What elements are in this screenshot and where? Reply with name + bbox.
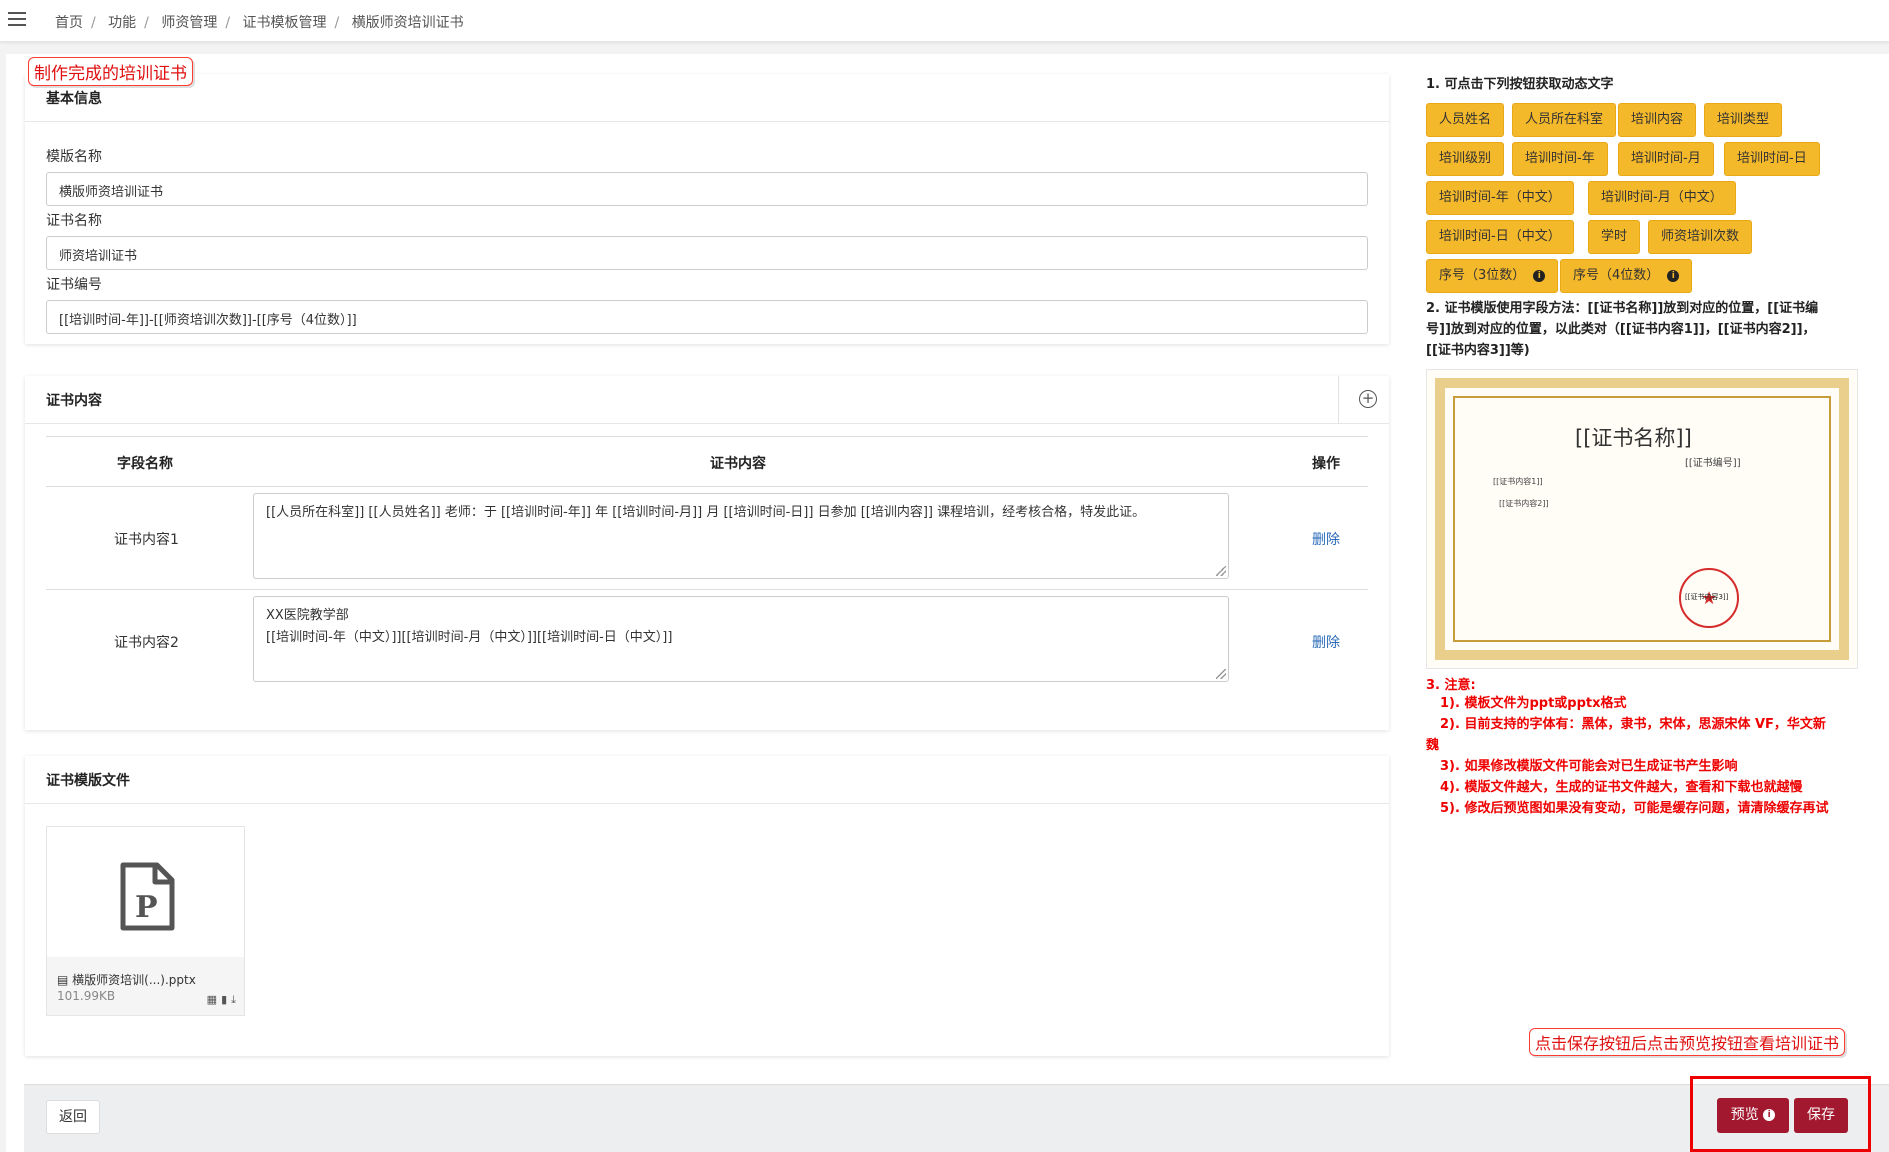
- menu-icon[interactable]: [8, 12, 26, 28]
- file-name: 横版师资培训(...).pptx: [72, 973, 196, 987]
- info-icon: i: [1763, 1109, 1776, 1121]
- note-1: 1). 模板文件为ppt或pptx格式: [1440, 696, 1627, 711]
- cert-content-table: 字段名称 证书内容 操作 证书内容1 [[人员所在科室]] [[人员姓名]] 老…: [46, 436, 1368, 692]
- col-action: 操作: [1312, 456, 1340, 472]
- row-content-textarea[interactable]: XX医院教学部 [[培训时间-年（中文）]][[培训时间-月（中文）]][[培训…: [253, 596, 1229, 682]
- breadcrumb-template-mgmt[interactable]: 证书模板管理: [243, 15, 327, 31]
- top-bar: 首页 / 功能 / 师资管理 / 证书模板管理 / 横版师资培训证书: [0, 0, 1889, 42]
- cert-preview-c2: [[证书内容2]]: [1499, 499, 1549, 508]
- step2-line1: 2. 证书模版使用字段方法：[[证书名称]]放到对应的位置，[[证书编: [1426, 301, 1819, 316]
- note-2-cont: 魏: [1426, 738, 1440, 753]
- chip-day-cn[interactable]: 培训时间-日（中文）: [1426, 220, 1574, 254]
- chip-person-name[interactable]: 人员姓名: [1426, 103, 1505, 137]
- chip-training-count[interactable]: 师资培训次数: [1648, 220, 1753, 254]
- note-4: 4). 模版文件越大，生成的证书文件越大，查看和下载也就越慢: [1440, 780, 1803, 795]
- chip-seq-3[interactable]: 序号（3位数） i: [1426, 259, 1559, 293]
- chip-seq-4[interactable]: 序号（4位数） i: [1560, 259, 1693, 293]
- cert-preview-seal: [[证书内容3]]: [1685, 593, 1729, 601]
- row-field-name: 证书内容1: [114, 532, 179, 548]
- delete-link[interactable]: 删除: [1312, 632, 1340, 652]
- chip-month-cn[interactable]: 培训时间-月（中文）: [1588, 181, 1736, 215]
- cert-name-label: 证书名称: [46, 213, 102, 229]
- file-size: 101.99KB: [57, 989, 116, 1003]
- calendar-icon[interactable]: ▦: [207, 993, 217, 1006]
- chip-training-type[interactable]: 培训类型: [1704, 103, 1783, 137]
- chip-year[interactable]: 培训时间-年: [1512, 142, 1608, 176]
- note-5: 5). 修改后预览图如果没有变动，可能是缓存问题，请清除缓存再试: [1440, 801, 1829, 816]
- callout-bottom: 点击保存按钮后点击预览按钮查看培训证书: [1529, 1028, 1846, 1056]
- preview-button[interactable]: 预览 i: [1717, 1098, 1789, 1133]
- basic-info-card: 基本信息 模版名称 横版师资培训证书 证书名称 师资培训证书 证书编号 [[培训…: [25, 74, 1389, 344]
- row-content-textarea[interactable]: [[人员所在科室]] [[人员姓名]] 老师：于 [[培训时间-年]] 年 [[…: [253, 493, 1229, 579]
- cert-content-card: 证书内容 + 字段名称 证书内容 操作 证书内容1 [[人员所在科室]] [[人…: [25, 376, 1389, 730]
- step3-title: 3. 注意:: [1426, 678, 1476, 693]
- cert-name-input[interactable]: 师资培训证书: [46, 236, 1368, 270]
- pptx-file-icon: P: [120, 862, 175, 931]
- file-doc-icon: ▤: [57, 973, 73, 987]
- breadcrumb: 首页 / 功能 / 师资管理 / 证书模板管理 / 横版师资培训证书: [55, 15, 464, 31]
- cert-preview-name: [[证书名称]]: [1575, 426, 1692, 450]
- step2-line3: [[证书内容3]]等): [1426, 343, 1530, 358]
- template-file-title: 证书模版文件: [46, 773, 130, 789]
- col-content: 证书内容: [710, 456, 766, 472]
- basic-info-title: 基本信息: [46, 91, 102, 107]
- chip-year-cn[interactable]: 培训时间-年（中文）: [1426, 181, 1574, 215]
- chip-month[interactable]: 培训时间-月: [1618, 142, 1714, 176]
- chip-training-level[interactable]: 培训级别: [1426, 142, 1505, 176]
- breadcrumb-current: 横版师资培训证书: [351, 15, 464, 31]
- info-icon: i: [1667, 269, 1680, 282]
- add-row-icon[interactable]: +: [1359, 390, 1377, 408]
- table-row: 证书内容1 [[人员所在科室]] [[人员姓名]] 老师：于 [[培训时间-年]…: [46, 486, 1368, 589]
- download-icon[interactable]: ⤓: [231, 993, 236, 1006]
- template-file-card: 证书模版文件 P ▤ 横版师资培训(...).pptx 101.99KB ▦ ▮ ⤓: [25, 756, 1389, 1056]
- note-2: 2). 目前支持的字体有：黑体，隶书，宋体，思源宋体 VF，华文新: [1440, 717, 1826, 732]
- page-content: 基本信息 模版名称 横版师资培训证书 证书名称 师资培训证书 证书编号 [[培训…: [6, 54, 1889, 1152]
- breadcrumb-faculty[interactable]: 师资管理: [161, 15, 217, 31]
- chip-training-content[interactable]: 培训内容: [1618, 103, 1697, 137]
- certificate-preview-image: [[证书名称]] [[证书编号]] [[证书内容1]] [[证书内容2]] ★ …: [1426, 369, 1858, 669]
- row-field-name: 证书内容2: [114, 635, 179, 651]
- cert-content-title: 证书内容: [46, 393, 102, 409]
- chip-department[interactable]: 人员所在科室: [1512, 103, 1617, 137]
- cert-no-input[interactable]: [[培训时间-年]]-[[师资培训次数]]-[[序号（4位数）]]: [46, 300, 1368, 334]
- col-field-name: 字段名称: [117, 456, 173, 472]
- back-button[interactable]: 返回: [46, 1100, 100, 1134]
- template-name-input[interactable]: 横版师资培训证书: [46, 172, 1368, 206]
- file-card[interactable]: P ▤ 横版师资培训(...).pptx 101.99KB ▦ ▮ ⤓: [46, 826, 245, 1016]
- footer-bar: 返回: [24, 1084, 1889, 1152]
- save-button[interactable]: 保存: [1794, 1098, 1848, 1133]
- table-row: 证书内容2 XX医院教学部 [[培训时间-年（中文）]][[培训时间-月（中文）…: [46, 589, 1368, 692]
- chip-hours[interactable]: 学时: [1588, 220, 1641, 254]
- info-icon: i: [1533, 269, 1546, 282]
- resize-handle-icon[interactable]: [1216, 669, 1226, 679]
- cert-preview-no: [[证书编号]]: [1685, 458, 1741, 469]
- step2-line2: 号]]放到对应的位置，以此类对（[[证书内容1]]，[[证书内容2]]，: [1426, 322, 1816, 337]
- template-name-label: 模版名称: [46, 149, 102, 165]
- resize-handle-icon[interactable]: [1216, 566, 1226, 576]
- note-3: 3). 如果修改模版文件可能会对已生成证书产生影响: [1440, 759, 1738, 774]
- chip-day[interactable]: 培训时间-日: [1724, 142, 1820, 176]
- breadcrumb-home[interactable]: 首页: [55, 15, 83, 31]
- seal-icon: ★ [[证书内容3]]: [1679, 568, 1739, 628]
- table-header: 字段名称 证书内容 操作: [46, 436, 1368, 486]
- cert-no-label: 证书编号: [46, 277, 102, 293]
- cert-preview-c1: [[证书内容1]]: [1493, 477, 1543, 486]
- breadcrumb-function[interactable]: 功能: [108, 15, 136, 31]
- trash-icon[interactable]: ▮: [221, 993, 227, 1006]
- callout-top: 制作完成的培训证书: [28, 57, 193, 86]
- svg-text:P: P: [135, 890, 158, 925]
- delete-link[interactable]: 删除: [1312, 529, 1340, 549]
- step1-title: 1. 可点击下列按钮获取动态文字: [1426, 77, 1614, 92]
